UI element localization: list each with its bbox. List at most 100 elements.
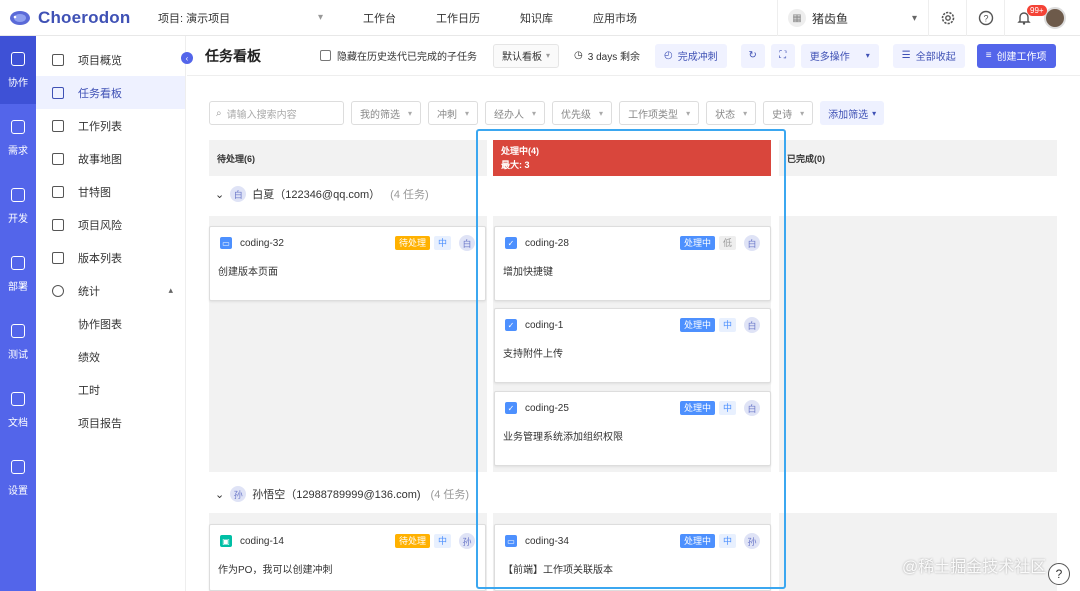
board-select[interactable]: 默认看板 ▾ [493, 43, 560, 68]
swimlane-header[interactable]: ⌄ 孙 孙悟空（12988789999@136.com) (4 任务) [215, 480, 469, 508]
nav-app-market[interactable]: 应用市场 [573, 10, 657, 26]
user-avatar[interactable] [1044, 7, 1066, 29]
issue-card[interactable]: ▣ coding-14 待处理中孙 作为PO，我可以创建冲刺 [209, 524, 486, 591]
app-name: Choerodon [38, 7, 131, 27]
gear-icon [941, 11, 954, 25]
code-icon [11, 187, 25, 202]
complete-sprint-button[interactable]: ◴ 完成冲刺 [655, 43, 727, 68]
menu-item-versions[interactable]: 版本列表 [36, 241, 185, 274]
app-logo[interactable]: Choerodon [0, 8, 140, 28]
filter-status[interactable]: 状态 ▾ [706, 101, 757, 125]
page-header: 任务看板 隐藏在历史迭代已完成的子任务 默认看板 ▾ ◷ 3 days 剩余 ◴ 完成… [187, 36, 1080, 76]
clock-icon: ◷ [574, 50, 583, 61]
collaboration-icon [11, 51, 25, 66]
status-badge: 待处理 [394, 534, 430, 548]
filter-issue-type[interactable]: 工作项类型 ▾ [619, 101, 700, 125]
svg-text:?: ? [983, 14, 988, 24]
chevron-down-icon: ▾ [317, 12, 323, 23]
help-float-button[interactable]: ? [1048, 563, 1070, 585]
rail-item-deploy[interactable]: 部署 [0, 240, 36, 308]
add-list-icon: ≡ [985, 50, 992, 61]
filter-priority[interactable]: 优先级 ▾ [552, 101, 613, 125]
rail-item-docs[interactable]: 文档 [0, 376, 36, 444]
menu-item-overview[interactable]: 项目概览 [36, 43, 185, 76]
collapse-icon: ☰ [901, 50, 911, 61]
menu-item-project-report[interactable]: 项目报告 [36, 406, 185, 439]
pie-icon [52, 284, 64, 297]
create-issue-button[interactable]: ≡ 创建工作项 [976, 43, 1056, 68]
search-input[interactable]: ⌕ 请输入搜索内容 [209, 101, 344, 125]
refresh-button[interactable]: ↻ [740, 43, 765, 68]
status-badge: 待处理 [394, 236, 430, 250]
nav-knowledge-base[interactable]: 知识库 [500, 10, 573, 26]
priority-badge: 中 [433, 236, 451, 250]
fullscreen-button[interactable]: ⛶ [770, 43, 795, 68]
issue-card[interactable]: ▭ coding-32 待处理中白 创建版本页面 [209, 226, 486, 301]
menu-item-story-map[interactable]: 故事地图 [36, 142, 185, 175]
rail-item-test[interactable]: 测试 [0, 308, 36, 376]
filter-epic[interactable]: 史诗 ▾ [763, 101, 814, 125]
avatar: 白 [459, 235, 475, 251]
menu-item-statistics[interactable]: 统计 ▴ [36, 274, 185, 307]
filter-bar: ⌕ 请输入搜索内容 我的筛选 ▾ 冲刺 ▾ 经办人 ▾ 优先级 ▾ 工作项类型 ▾ 状态 ▾ … [209, 101, 885, 125]
rail-item-collaboration[interactable]: 协作 [0, 36, 36, 104]
avatar: 白 [230, 186, 247, 202]
filter-sprint[interactable]: 冲刺 ▾ [428, 101, 479, 125]
org-icon: ▦ [788, 9, 806, 27]
rail-item-requirement[interactable]: 需求 [0, 104, 36, 172]
chart-icon [52, 53, 64, 66]
hide-subtasks-checkbox[interactable]: 隐藏在历史迭代已完成的子任务 [320, 48, 477, 63]
org-select[interactable]: ▦ 猪齿鱼 ▾ [777, 0, 927, 36]
notification-badge: 99+ [1027, 5, 1047, 16]
alarm-icon: ◴ [664, 50, 673, 61]
chevron-down-icon: ▾ [599, 108, 604, 118]
chevron-down-icon: ▾ [686, 108, 691, 118]
fish-logo-icon [10, 10, 30, 25]
swimlane-count: (4 任务) [390, 189, 429, 201]
chevron-down-icon: ▾ [865, 51, 870, 60]
nav-workbench[interactable]: 工作台 [343, 10, 416, 26]
issue-code: coding-14 [240, 535, 284, 547]
settings-button[interactable] [928, 0, 966, 36]
watermark: @稀土掘金技术社区 [902, 559, 1047, 576]
notification-button[interactable]: 99+ [1004, 0, 1047, 36]
question-icon: ? [978, 10, 993, 26]
filter-assignee[interactable]: 经办人 ▾ [485, 101, 546, 125]
column-header-todo: 待处理(6) [209, 140, 487, 176]
chevron-down-icon: ▾ [911, 12, 917, 24]
collapse-all-button[interactable]: ☰ 全部收起 [892, 43, 965, 68]
swimlane-header[interactable]: ⌄ 白 白夏（122346@qq.com） (4 任务) [215, 180, 429, 208]
board-icon [52, 86, 64, 99]
project-select[interactable]: 项目: 演示项目 ▾ [148, 6, 333, 30]
issue-summary: 创建版本页面 [218, 267, 278, 278]
fullscreen-icon: ⛶ [779, 50, 787, 61]
help-button[interactable]: ? [966, 0, 1004, 36]
search-icon: ⌕ [216, 107, 222, 119]
swimlane-name: 孙悟空（12988789999@136.com) [252, 489, 421, 501]
menu-item-gantt[interactable]: 甘特图 [36, 175, 185, 208]
chevron-down-icon[interactable]: ⌄ [215, 188, 224, 201]
list-icon [52, 119, 64, 132]
more-actions-button[interactable]: 更多操作 ▾ [800, 43, 879, 68]
chevron-down-icon: ▾ [743, 108, 748, 118]
refresh-icon: ↻ [748, 50, 757, 61]
top-nav: 工作台 工作日历 知识库 应用市场 [343, 10, 657, 26]
chevron-down-icon[interactable]: ⌄ [215, 488, 224, 501]
priority-badge: 中 [433, 534, 451, 548]
menu-item-risk[interactable]: 项目风险 [36, 208, 185, 241]
rail-item-settings[interactable]: 设置 [0, 444, 36, 512]
menu-item-work-hours[interactable]: 工时 [36, 373, 185, 406]
page-title: 任务看板 [205, 47, 261, 64]
rail-item-development[interactable]: 开发 [0, 172, 36, 240]
menu-item-collab-chart[interactable]: 协作图表 [36, 307, 185, 340]
nav-work-calendar[interactable]: 工作日历 [416, 10, 500, 26]
add-filter-button[interactable]: 添加筛选 ▾ [820, 101, 885, 125]
menu-item-performance[interactable]: 绩效 [36, 340, 185, 373]
list-icon [52, 251, 64, 264]
menu-item-work-list[interactable]: 工作列表 [36, 109, 185, 142]
menu-item-task-board[interactable]: 任务看板 [36, 76, 185, 109]
gantt-icon [52, 185, 64, 198]
filter-my-filters[interactable]: 我的筛选 ▾ [351, 101, 422, 125]
swimlane-cell [779, 216, 1057, 472]
chevron-down-icon: ▾ [465, 108, 470, 118]
